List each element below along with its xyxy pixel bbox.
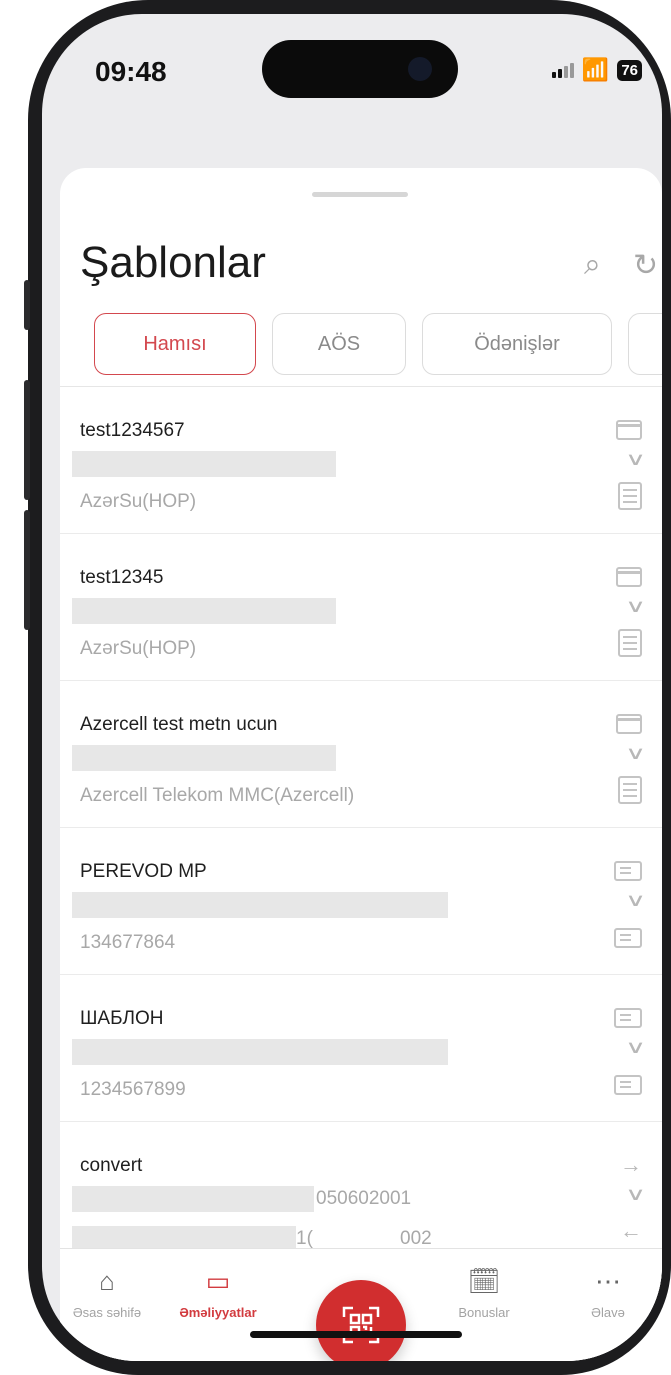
more-icon: ⋯ — [595, 1266, 621, 1296]
masked-account — [72, 598, 336, 624]
tab-more[interactable]: ⋯ Əlavə — [553, 1263, 662, 1320]
template-row[interactable]: PEREVOD MP 134677864 ∨ — [60, 828, 662, 975]
template-row[interactable]: convert 050602001 1( 002 → ∨ ← — [60, 1122, 662, 1269]
side-button — [24, 280, 30, 330]
search-icon[interactable]: ⌕ — [584, 248, 601, 282]
qr-scan-icon — [342, 1306, 380, 1344]
chevron-down-icon[interactable]: ∨ — [625, 743, 646, 764]
template-name: test1234567 — [80, 420, 185, 441]
tab-label: Bonuslar — [458, 1305, 510, 1320]
chevron-down-icon[interactable]: ∨ — [625, 449, 646, 470]
filter-tabs: Hamısı AÖS Ödənişlər — [94, 313, 662, 375]
account-icon — [614, 1075, 642, 1095]
battery-icon: 76 — [617, 59, 642, 81]
side-button — [24, 380, 30, 500]
screen: 09:48 📶 76 Şablonlar ⌕ ↻ Hamısı AÖS Ödən… — [42, 14, 662, 1361]
tab-more[interactable] — [628, 313, 662, 375]
masked-account — [72, 1039, 448, 1065]
template-name: convert — [80, 1155, 143, 1176]
card-icon — [616, 567, 642, 587]
template-name: test12345 — [80, 567, 164, 588]
template-subtitle: 134677864 — [80, 932, 176, 953]
card-icon — [616, 420, 642, 440]
account-icon — [614, 928, 642, 948]
wallet-icon: ▭ — [205, 1266, 231, 1296]
qr-scan-button[interactable] — [316, 1280, 406, 1361]
account-icon — [614, 1008, 642, 1028]
status-icons: 📶 76 — [551, 57, 642, 82]
template-subtitle: AzərSu(HOP) — [80, 638, 197, 659]
templates-list: test1234567 AzərSu(HOP) ∨ test12345 Azər… — [60, 387, 662, 1269]
tab-bonuses[interactable]: 🗓 Bonuslar — [429, 1263, 539, 1320]
template-subtitle: Azercell Telekom MMC(Azercell) — [80, 785, 355, 806]
template-subtitle: AzərSu(HOP) — [80, 491, 197, 512]
home-icon: ⌂ — [99, 1266, 115, 1296]
account-icon — [614, 861, 642, 881]
chevron-down-icon[interactable]: ∨ — [625, 596, 646, 617]
page-title: Şablonlar — [80, 238, 266, 287]
status-time: 09:48 — [95, 56, 167, 87]
arrow-left-icon: ← — [620, 1218, 642, 1243]
chevron-down-icon[interactable]: ∨ — [625, 1037, 646, 1058]
tab-label: Əlavə — [591, 1305, 625, 1320]
masked-account — [72, 451, 336, 477]
wifi-icon: 📶 — [581, 57, 610, 82]
masked-account — [72, 1186, 314, 1212]
home-indicator — [250, 1331, 462, 1338]
account-number-partial: 1( — [296, 1228, 313, 1249]
template-name: Azercell test metn ucun — [80, 714, 278, 735]
template-name: PEREVOD MP — [80, 861, 207, 882]
masked-account — [72, 892, 448, 918]
refresh-icon[interactable]: ↻ — [633, 248, 658, 283]
document-icon — [618, 629, 642, 657]
template-subtitle: 1234567899 — [80, 1079, 186, 1100]
tab-operations[interactable]: ▭ Əməliyyatlar — [163, 1263, 273, 1320]
template-row[interactable]: ШАБЛОН 1234567899 ∨ — [60, 975, 662, 1122]
dynamic-island — [262, 40, 458, 98]
card-icon — [616, 714, 642, 734]
sheet-handle[interactable] — [312, 192, 408, 197]
tab-label: Əməliyyatlar — [179, 1305, 257, 1320]
tab-all[interactable]: Hamısı — [94, 313, 256, 375]
template-row[interactable]: test1234567 AzərSu(HOP) ∨ — [60, 387, 662, 534]
document-icon — [618, 482, 642, 510]
templates-sheet: Şablonlar ⌕ ↻ Hamısı AÖS Ödənişlər test1… — [60, 168, 662, 1361]
template-name: ШАБЛОН — [80, 1008, 164, 1029]
chevron-down-icon[interactable]: ∨ — [625, 1184, 646, 1205]
arrow-right-icon: → — [620, 1152, 642, 1177]
chevron-down-icon[interactable]: ∨ — [625, 890, 646, 911]
camera-icon — [408, 57, 432, 81]
tab-payments[interactable]: Ödənişlər — [422, 313, 612, 375]
tab-aos[interactable]: AÖS — [272, 313, 406, 375]
document-icon — [618, 776, 642, 804]
tab-label: Əsas səhifə — [72, 1305, 142, 1320]
signal-icon — [551, 62, 574, 78]
gift-icon: 🗓 — [467, 1266, 501, 1296]
template-row[interactable]: Azercell test metn ucun Azercell Telekom… — [60, 681, 662, 828]
masked-account — [72, 745, 336, 771]
side-button — [24, 510, 30, 630]
tab-home[interactable]: ⌂ Əsas səhifə — [52, 1263, 162, 1320]
account-number-partial: 002 — [400, 1228, 432, 1249]
template-row[interactable]: test12345 AzərSu(HOP) ∨ — [60, 534, 662, 681]
account-number-partial: 050602001 — [316, 1188, 412, 1209]
